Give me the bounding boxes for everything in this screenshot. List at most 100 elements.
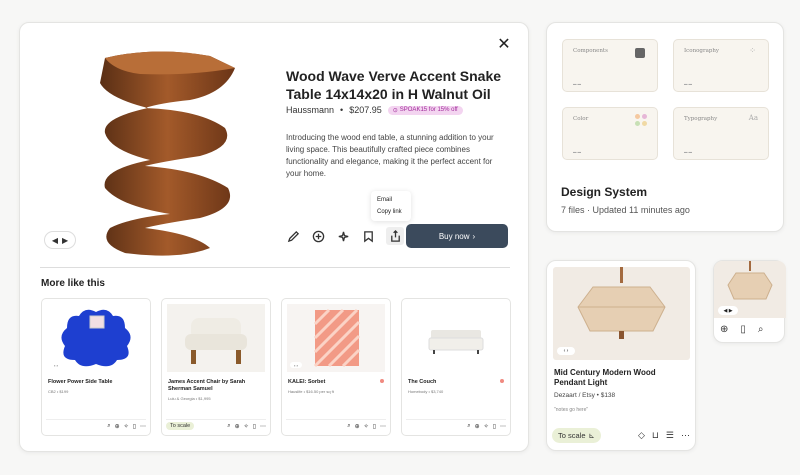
bookmark-icon[interactable]: ▯ (740, 324, 746, 335)
tile-components[interactable]: Components ▬ ▬ (562, 39, 658, 92)
image-pager[interactable]: ◀ ▶ (44, 231, 76, 249)
item-actions: ⌕ ⊕ ✧ ▯ ⋯ (46, 419, 146, 431)
divider (40, 267, 510, 268)
more-icon[interactable]: ⋯ (681, 430, 690, 441)
store-name[interactable]: Haussmann (286, 105, 334, 115)
item-pager[interactable]: ‹ › (290, 362, 302, 368)
note-icon[interactable]: ☰ (666, 430, 674, 441)
sparkle-icon[interactable]: ✧ (124, 423, 129, 430)
buy-now-label: Buy now (438, 231, 470, 241)
action-bar (286, 227, 404, 245)
zoom-icon[interactable]: ⌕ (107, 423, 110, 430)
tile-footer: ▬ ▬ (573, 150, 581, 154)
tile-footer: ▬ ▬ (573, 82, 581, 86)
lamp-actions: To scale ⊾ ◇ ⊔ ☰ ⋯ (552, 426, 690, 444)
product-description: Introducing the wood end table, a stunni… (286, 133, 494, 178)
tag-icon[interactable]: ◇ (638, 430, 645, 441)
ruler-icon: ⊾ (588, 430, 595, 440)
similar-item-card[interactable]: ‹ › Flower Power Side Table CB2 • $199 ⌕… (41, 298, 151, 436)
buy-now-button[interactable]: Buy now › (406, 224, 508, 248)
lamp-image (553, 267, 690, 360)
status-dot (500, 379, 504, 383)
add-icon[interactable]: ⊕ (475, 423, 480, 430)
component-icon (635, 48, 645, 58)
tile-typography[interactable]: Typography Aa ▬ ▬ (673, 107, 769, 160)
sparkle-icon[interactable] (336, 229, 350, 243)
bookmark-icon[interactable]: ▯ (133, 423, 136, 430)
more-icon[interactable]: ⋯ (260, 423, 266, 430)
share-icon[interactable] (386, 227, 404, 245)
product-meta: Haussmann • $207.95 ⊙ SPOAK15 for 15% of… (286, 105, 463, 115)
share-email[interactable]: Email (371, 194, 411, 206)
bookmark-icon[interactable]: ▯ (493, 423, 496, 430)
edit-icon[interactable] (286, 229, 300, 243)
add-icon[interactable]: ⊕ (115, 423, 120, 430)
item-image (167, 304, 265, 372)
zoom-icon[interactable]: ⌕ (227, 423, 230, 430)
item-name: James Accent Chair by Sarah Sherman Samu… (168, 379, 246, 392)
design-system-card[interactable]: Components ▬ ▬ Iconography ⁘ ▬ ▬ Color ▬… (546, 22, 784, 232)
tile-iconography[interactable]: Iconography ⁘ ▬ ▬ (673, 39, 769, 92)
tile-footer: ▬ ▬ (684, 82, 692, 86)
lamp-note[interactable]: "notes go here" (554, 407, 588, 413)
lamp-title: Mid Century Modern Wood Pendant Light (554, 368, 656, 387)
bookmark-icon[interactable]: ▯ (253, 423, 256, 430)
product-card-lamp[interactable]: ‹ › Mid Century Modern Wood Pendant Ligh… (546, 260, 696, 451)
lamp-meta[interactable]: Dezaart / Etsy • $138 (554, 392, 615, 399)
share-copy-link[interactable]: Copy link (371, 206, 411, 218)
to-scale-button[interactable]: To scale ⊾ (552, 427, 601, 443)
more-icon[interactable]: ⋯ (500, 423, 506, 430)
tile-color[interactable]: Color ▬ ▬ (562, 107, 658, 160)
more-icon[interactable]: ⋯ (380, 423, 386, 430)
tile-label: Typography (684, 116, 718, 122)
zoom-icon[interactable]: ⌕ (347, 423, 350, 430)
item-name: KALEI: Sorbet (288, 379, 326, 385)
tile-label: Components (573, 48, 608, 54)
price: $207.95 (349, 105, 382, 115)
board-title: Design System (561, 185, 648, 199)
item-name: The Couch (408, 379, 437, 385)
grid-icon: ⁘ (749, 46, 756, 55)
item-pager[interactable]: ‹ › (50, 362, 62, 368)
bookmark-icon[interactable]: ▯ (373, 423, 376, 430)
tile-footer: ▬ ▬ (684, 150, 692, 154)
lamp-pager[interactable]: ‹ › (557, 347, 575, 355)
add-icon[interactable]: ⊕ (355, 423, 360, 430)
item-actions: ⌕ ⊕ ✧ ▯ ⋯ (166, 419, 266, 431)
sparkle-icon[interactable]: ✧ (244, 423, 249, 430)
small-pager[interactable]: ◀ ▶ (718, 306, 738, 315)
product-card-small[interactable]: ◀ ▶ ⊕ ▯ ⌕ (713, 260, 786, 343)
item-image (407, 304, 505, 372)
item-actions: ⌕ ⊕ ✧ ▯ ⋯ (286, 419, 386, 431)
item-meta: Homebody • $3,740 (408, 389, 444, 394)
prev-icon[interactable]: ◀ (52, 236, 58, 245)
promo-badge[interactable]: ⊙ SPOAK15 for 15% off (387, 105, 463, 115)
product-modal: ✕ ◀ ▶ Wood Wave Verve Accent Snake Table… (19, 22, 529, 452)
bookmark-icon[interactable] (361, 229, 375, 243)
sparkle-icon[interactable]: ✧ (484, 423, 489, 430)
typography-icon: Aa (748, 114, 758, 122)
item-image (61, 309, 131, 367)
tile-label: Color (573, 116, 589, 122)
close-icon[interactable]: ✕ (496, 37, 512, 53)
zoom-icon[interactable]: ⌕ (467, 423, 470, 430)
board-subtitle: 7 files · Updated 11 minutes ago (561, 205, 690, 215)
share-menu: Email Copy link (371, 191, 411, 221)
more-icon[interactable]: ⋯ (140, 423, 146, 430)
similar-item-card[interactable]: ‹ › KALEI: Sorbet Hauslife • $16.50 per … (281, 298, 391, 436)
chevron-right-icon: › (472, 231, 476, 241)
add-icon[interactable]: ⊕ (720, 324, 728, 335)
similar-item-card[interactable]: James Accent Chair by Sarah Sherman Samu… (161, 298, 271, 436)
add-icon[interactable] (311, 229, 325, 243)
add-icon[interactable]: ⊕ (235, 423, 240, 430)
swatch-icon (635, 114, 647, 126)
tag-icon: ⊙ (392, 107, 398, 114)
cart-icon[interactable]: ⊔ (652, 430, 659, 441)
product-title: Wood Wave Verve Accent Snake Table 14x14… (286, 68, 502, 102)
item-name: Flower Power Side Table (48, 379, 113, 385)
sparkle-icon[interactable]: ✧ (364, 423, 369, 430)
more-like-this-heading: More like this (41, 278, 105, 289)
similar-item-card[interactable]: The Couch Homebody • $3,740 ⌕ ⊕ ✧ ▯ ⋯ (401, 298, 511, 436)
next-icon[interactable]: ▶ (62, 236, 68, 245)
zoom-icon[interactable]: ⌕ (758, 324, 764, 335)
